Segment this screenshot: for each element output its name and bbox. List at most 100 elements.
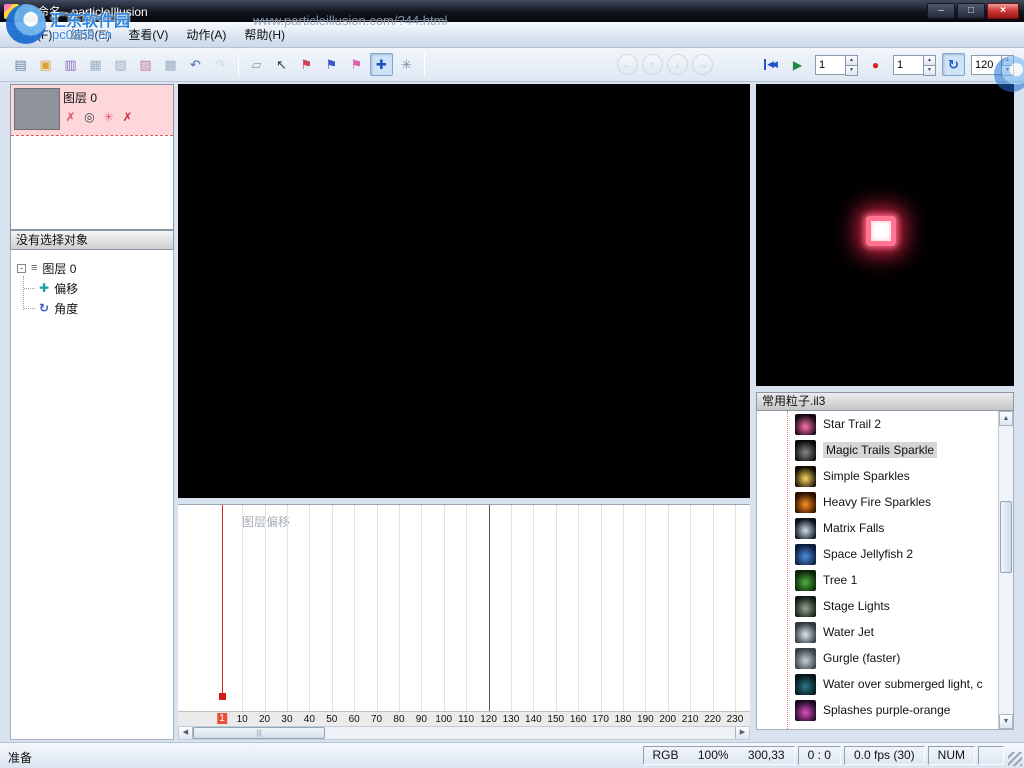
pink-flag-tool-button[interactable]: ⚑ [345,53,368,76]
close-button[interactable]: × [987,3,1019,19]
grid-line [601,505,602,711]
open-button[interactable]: ▣ [34,53,57,76]
particle-item[interactable]: Gurgle (faster) [757,645,998,671]
scrollbar-thumb[interactable] [1000,501,1012,573]
particle-thumbnail-icon [795,570,816,591]
particle-item[interactable]: Stage Lights [757,593,998,619]
save-button[interactable]: ▥ [59,53,82,76]
watermark-site-url: pc0359.cn [52,27,112,42]
layer-row[interactable]: 图层 0 ✗◎✳✗ [11,85,173,135]
particle-thumbnail-icon [795,596,816,617]
particle-item[interactable]: Space Jellyfish 2 [757,541,998,567]
copy-icon: ▨ [139,57,151,73]
scroll-left-button[interactable]: ◀ [179,727,193,739]
library-scrollbar[interactable]: ▲ ▼ [998,411,1013,729]
repeat-down-button[interactable]: ▼ [923,66,936,76]
emitter-tool-button[interactable]: ✳ [395,53,418,76]
scroll-up-button[interactable]: ▲ [999,411,1013,426]
nav-forward-button[interactable]: → [692,54,713,75]
status-num-text: NUM [938,748,965,762]
loop-toggle-button[interactable]: ↻ [942,53,965,76]
grid-line [735,505,736,711]
particle-item[interactable]: Tree 1 [757,567,998,593]
play-button[interactable]: ▶ [786,53,809,76]
menu-action[interactable]: 动作(A) [177,23,235,46]
grid-line [377,505,378,711]
import-icon: ▦ [89,57,101,73]
select-tool-button[interactable]: ↖ [270,53,293,76]
nav-up-button[interactable]: ↑ [642,54,663,75]
library-header[interactable]: 常用粒子.il3 [756,392,1014,411]
particle-label: Splashes purple-orange [823,703,950,717]
tree-item-angle[interactable]: ↻角度 [11,298,173,318]
tree-item-layer0[interactable]: - ≡ 图层 0 [11,258,173,278]
end-frame-line [489,505,490,711]
timeline-scrollbar[interactable]: ◀ ▶ [178,726,750,740]
resize-grip[interactable] [1008,752,1022,766]
cut-button[interactable]: ▧ [109,53,132,76]
repeat-input[interactable] [893,55,923,75]
redo-button[interactable]: ↷ [209,53,232,76]
maximize-button[interactable]: □ [957,3,985,19]
particle-item[interactable]: Matrix Falls [757,515,998,541]
paste-button[interactable]: ▩ [159,53,182,76]
tree-item-offset[interactable]: ✚偏移 [11,278,173,298]
grid-line [287,505,288,711]
red-flag-tool-button[interactable]: ⚑ [295,53,318,76]
frame-up-button[interactable]: ▲ [845,55,858,66]
scroll-down-button[interactable]: ▼ [999,714,1013,729]
layer-delete-icon[interactable]: ✗ [120,110,135,125]
ruler-tick: 60 [349,714,360,725]
particle-item[interactable]: Star Trail 2 [757,411,998,437]
collapse-icon[interactable]: - [17,264,26,273]
particle-thumbnail-icon [795,700,816,721]
nav-back-button[interactable]: ← [617,54,638,75]
record-button[interactable]: ● [864,53,887,76]
watermark-center-url: www.particleillusion.com/?44.html [253,13,447,28]
ruler-tick: 140 [525,714,542,725]
particle-thumbnail-icon [795,622,816,643]
particle-list: Star Trail 2Magic Trails SparkleSimple S… [756,411,1014,730]
layer-target-icon[interactable]: ◎ [82,110,97,125]
blue-flag-tool-button[interactable]: ⚑ [320,53,343,76]
undo-button[interactable]: ↶ [184,53,207,76]
ruler-tick: 10 [237,714,248,725]
particle-label: Water Jet [823,625,874,639]
rewind-button[interactable]: ◀◀ [758,53,781,76]
scroll-right-button[interactable]: ▶ [735,727,749,739]
menu-bar: 文件(F)编辑(E)查看(V)动作(A)帮助(H) [0,22,1024,48]
playhead[interactable] [222,505,223,697]
nav-down-button[interactable]: ↓ [667,54,688,75]
particle-item[interactable]: Water Jet [757,619,998,645]
import-button[interactable]: ▦ [84,53,107,76]
copy-button[interactable]: ▨ [134,53,157,76]
current-frame-input[interactable] [815,55,845,75]
particle-item[interactable]: Simple Sparkles [757,463,998,489]
grid-line [399,505,400,711]
particle-item[interactable]: Splashes purple-orange [757,697,998,723]
particle-thumbnail-icon [795,518,816,539]
timeline-ruler[interactable]: 1020304050607080901001101201301401501601… [178,711,750,727]
scrollbar-thumb[interactable] [193,727,325,739]
minimize-button[interactable]: – [927,3,955,19]
particle-item[interactable]: Magic Trails Sparkle [757,437,998,463]
save-icon: ▥ [64,57,76,73]
particle-item[interactable]: Heavy Fire Sparkles [757,489,998,515]
layer-sparkle-icon[interactable]: ✳ [101,110,116,125]
tree-children: ✚偏移↻角度 [11,278,173,318]
grid-line [556,505,557,711]
nav-back-icon: ← [622,59,633,71]
move-particle-tool-button[interactable]: ✚ [370,53,393,76]
toolbar-separator [238,53,239,77]
particle-item[interactable]: Water over submerged light, c [757,671,998,697]
stage-tool-button[interactable]: ▱ [245,53,268,76]
timeline-grid[interactable]: 图层偏移 10203040506070809010011012013014015… [178,504,750,726]
tree-item-offset-label: 偏移 [54,280,78,297]
grid-line [332,505,333,711]
layer-hide-icon[interactable]: ✗ [63,110,78,125]
repeat-up-button[interactable]: ▲ [923,55,936,66]
status-color-info: RGB 100% 300,33 [643,746,795,765]
new-button[interactable]: ▤ [9,53,32,76]
stage-canvas[interactable] [178,84,750,498]
frame-down-button[interactable]: ▼ [845,66,858,76]
